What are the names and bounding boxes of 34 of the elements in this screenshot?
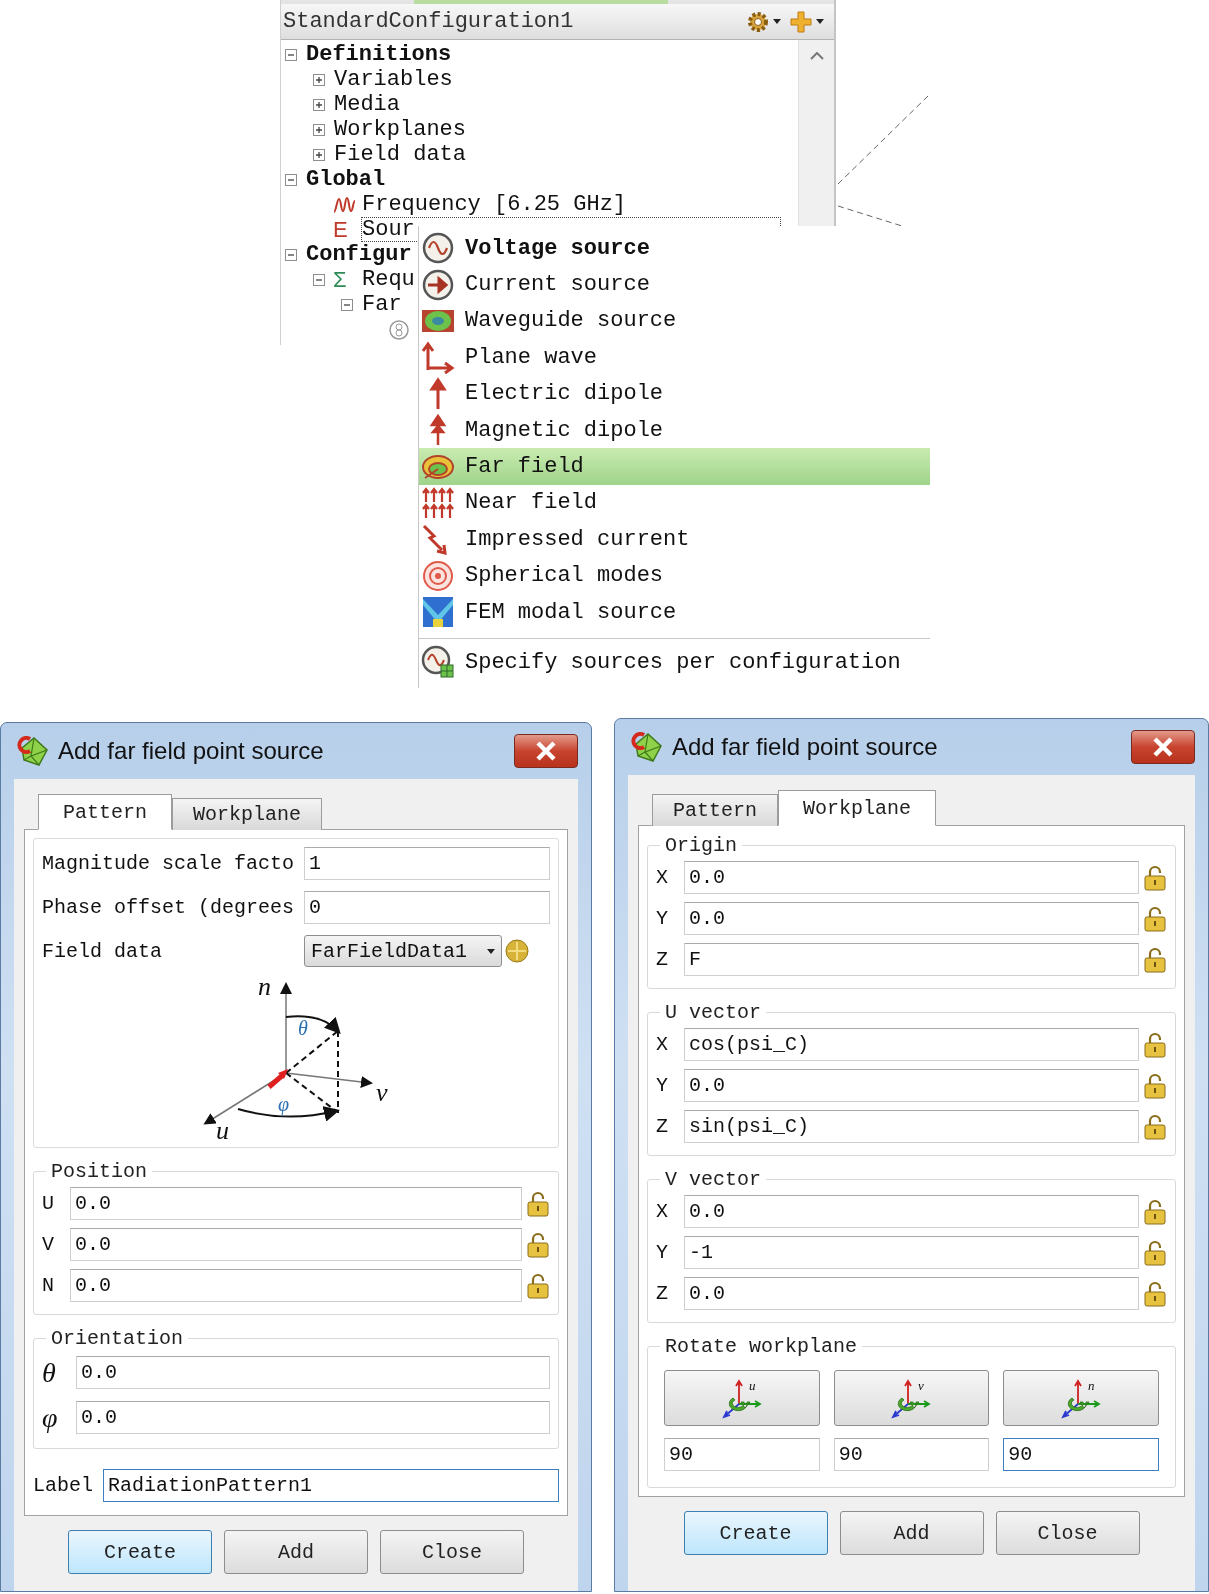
field-label: Z [656, 1115, 669, 1138]
field-label: Z [656, 948, 669, 971]
symbol-icon: Σ [333, 266, 361, 293]
field-label: U [42, 1192, 55, 1215]
group-title: V vector [664, 1168, 762, 1191]
field-label: Phase offset (degrees [42, 895, 296, 919]
field-label: Y [656, 1241, 669, 1264]
field-label: Z [656, 1282, 669, 1305]
axis-label: v [376, 1078, 388, 1107]
angle-label: θ [298, 1017, 308, 1039]
dialog-title: Add far field point source [58, 737, 324, 765]
group-title: Orientation [50, 1327, 185, 1350]
field-label: X [656, 1200, 669, 1223]
field-label: Label [33, 1473, 94, 1497]
field-label: N [42, 1274, 55, 1297]
field-label: X [656, 1033, 669, 1056]
field-label: Magnitude scale facto [42, 851, 296, 875]
field-label: X [656, 866, 669, 889]
field-label: V [42, 1233, 55, 1256]
group-title: Position [50, 1160, 148, 1183]
axis-label: u [216, 1116, 229, 1143]
field-label: Y [656, 907, 669, 930]
panel-title: StandardConfiguration1 [283, 9, 575, 34]
axis-label: n [258, 973, 271, 1001]
field-label: Field data [42, 939, 164, 963]
field-label: θ [42, 1356, 57, 1389]
angle-label: φ [278, 1093, 290, 1115]
field-label: Y [656, 1074, 669, 1097]
group-title: Origin [664, 834, 738, 857]
field-label: φ [42, 1401, 59, 1434]
dialog-title: Add far field point source [672, 733, 938, 761]
symbol-icon: E [333, 216, 361, 243]
group-title: U vector [664, 1001, 762, 1024]
group-title: Rotate workplane [664, 1335, 859, 1358]
